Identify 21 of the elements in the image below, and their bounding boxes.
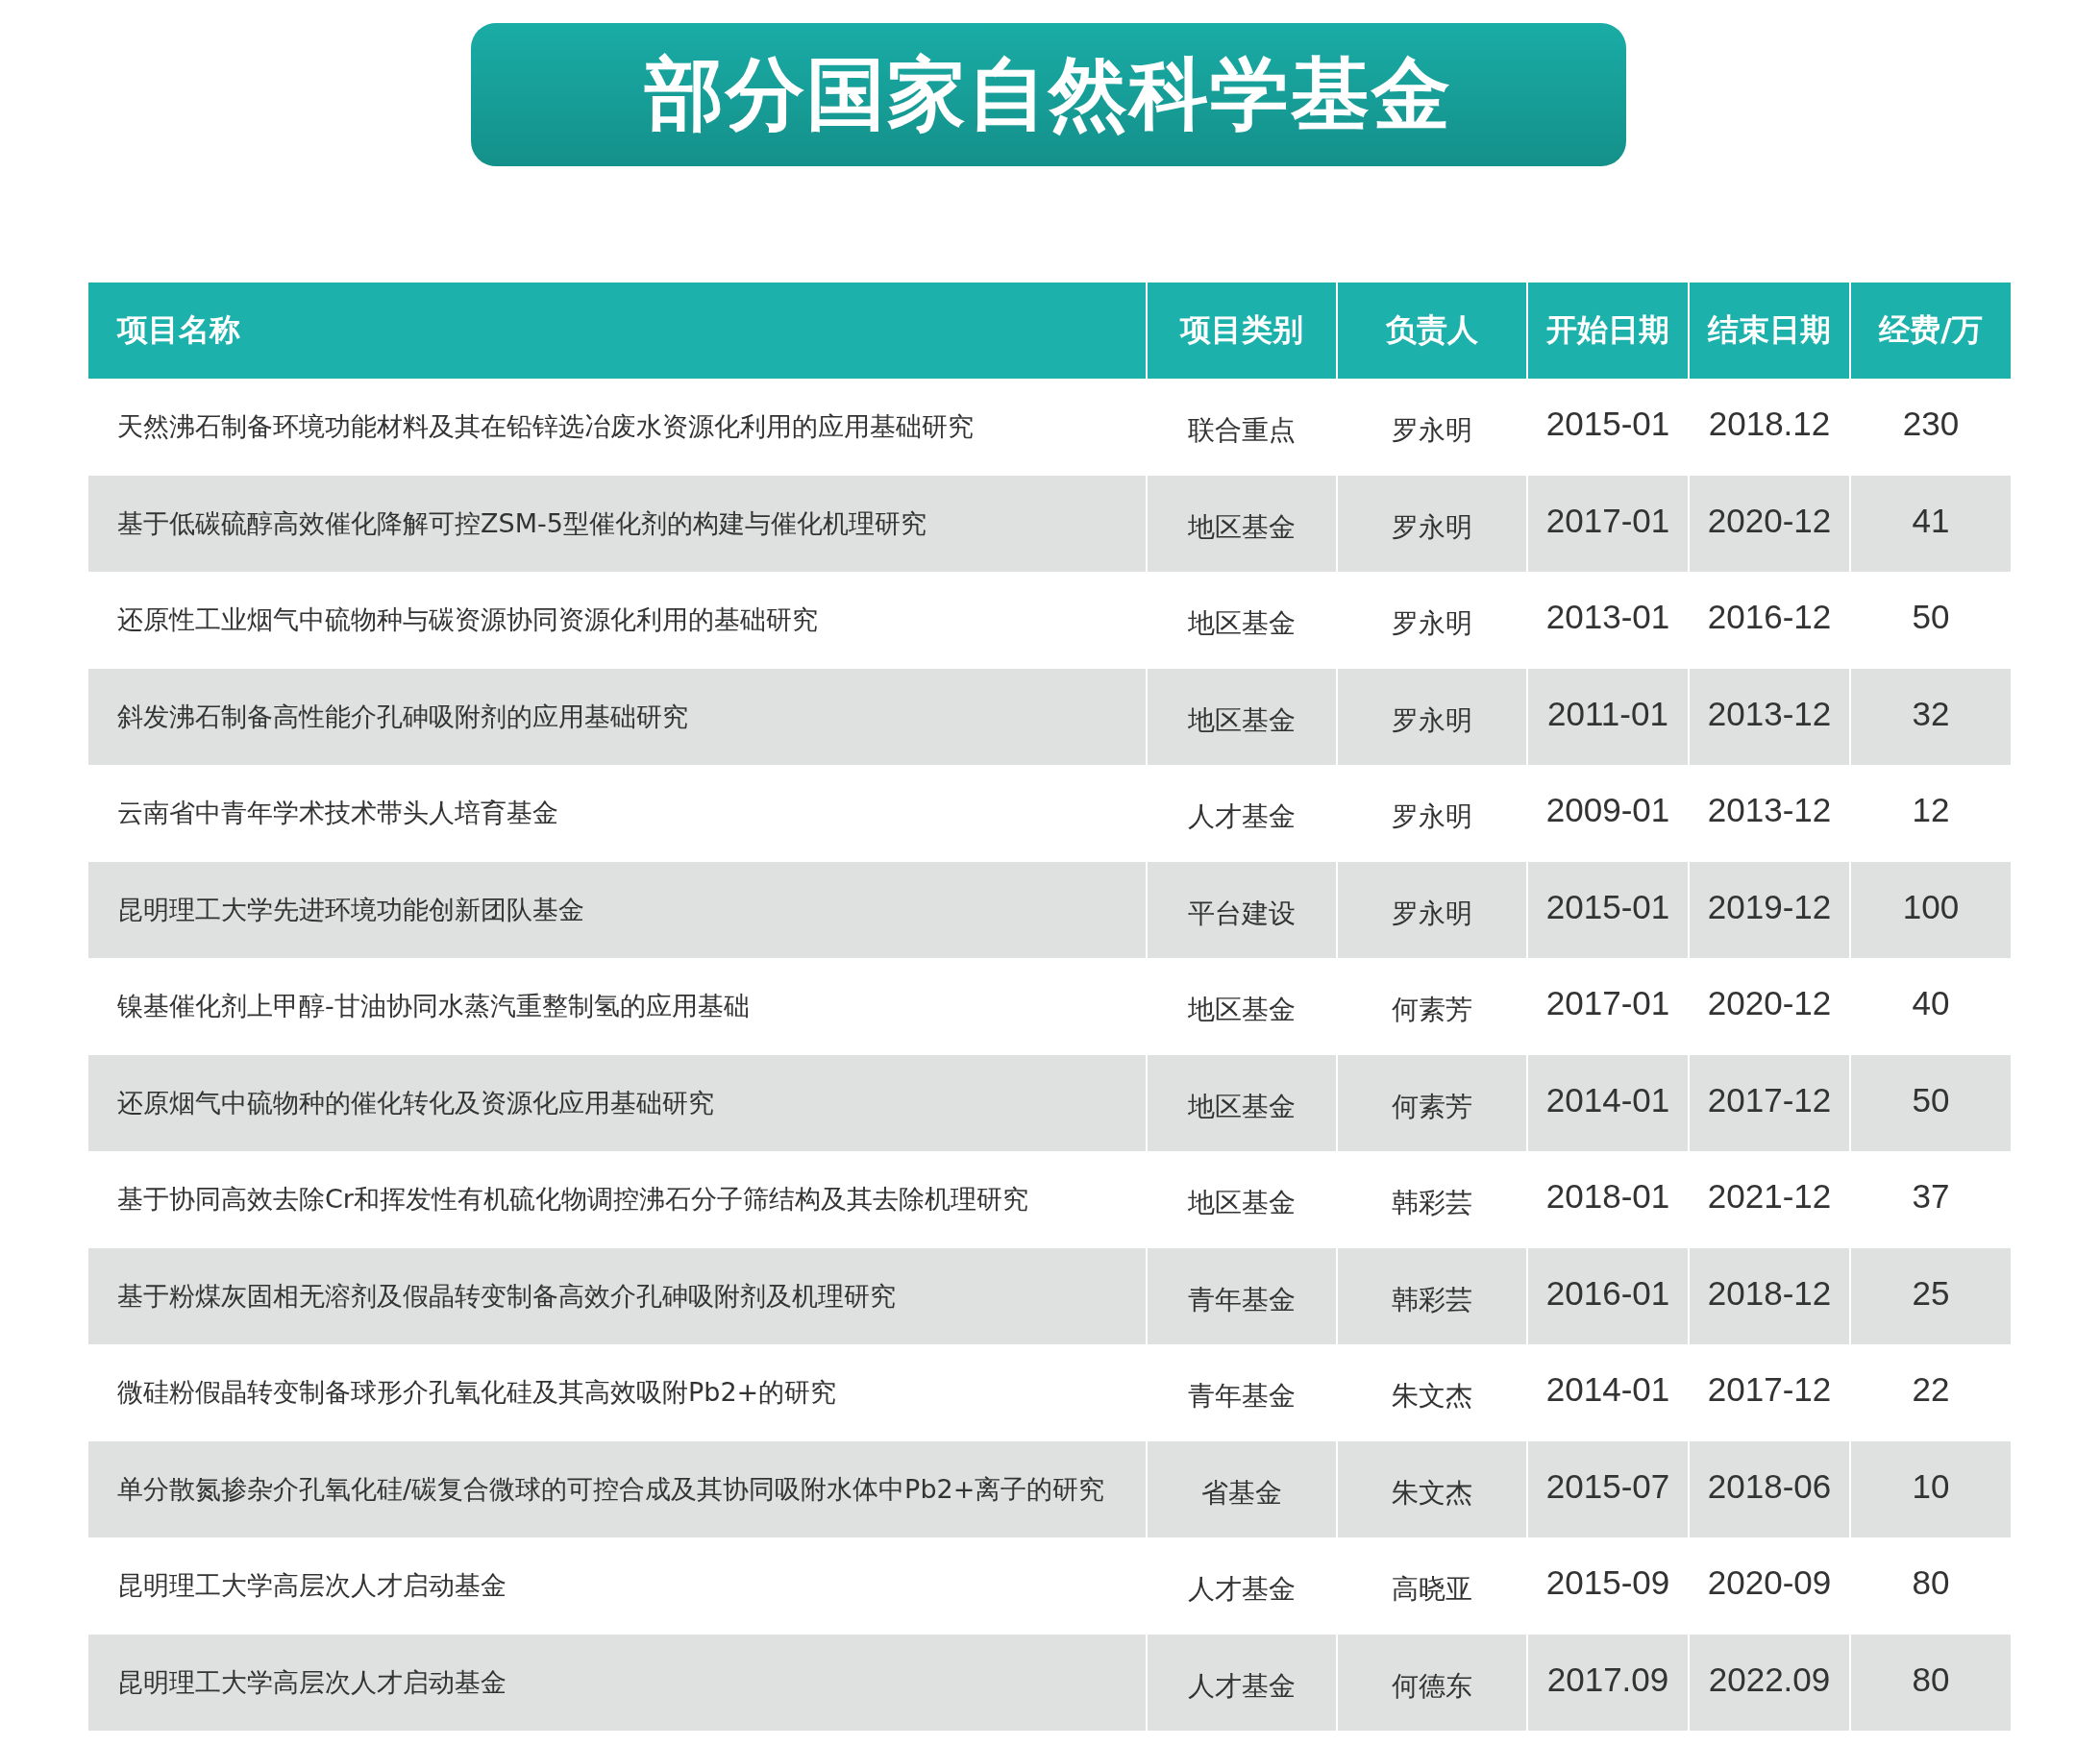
funding-cell: 80	[1849, 1634, 2011, 1731]
project-name-cell-text: 还原烟气中硫物种的催化转化及资源化应用基础研究	[116, 1086, 715, 1119]
project-name-cell-text: 微硅粉假晶转变制备球形介孔氧化硅及其高效吸附Pb2+的研究	[116, 1376, 838, 1410]
end-date-cell: 2022.09	[1688, 1634, 1849, 1731]
project-name-cell-text: 镍基催化剂上甲醇-甘油协同水蒸汽重整制氢的应用基础	[116, 990, 751, 1023]
project-name-cell-text: 基于粉煤灰固相无溶剂及假晶转变制备高效介孔砷吸附剂及机理研究	[116, 1279, 897, 1313]
project-name-cell-text: 天然沸石制备环境功能材料及其在铅锌选冶废水资源化利用的应用基础研究	[116, 410, 975, 444]
project-name-cell-text: 昆明理工大学高层次人才启动基金	[116, 1665, 507, 1699]
project-name-cell-text: 基于协同高效去除Cr和挥发性有机硫化物调控沸石分子筛结构及其去除机理研究	[116, 1183, 1029, 1217]
page-title: 部分国家自然科学基金	[645, 46, 1452, 141]
project-name-cell-text: 昆明理工大学先进环境功能创新团队基金	[116, 893, 585, 926]
start-date-cell: 2017.09	[1526, 1634, 1688, 1731]
project-name-cell-text: 昆明理工大学高层次人才启动基金	[116, 1569, 507, 1603]
leader-cell: 何德东	[1336, 1634, 1526, 1731]
column-header: 项目名称	[115, 310, 241, 350]
project-name-cell-text: 单分散氮掺杂介孔氧化硅/碳复合微球的可控合成及其协同吸附水体中Pb2+离子的研究	[116, 1472, 1106, 1506]
project-name-cell-text: 云南省中青年学术技术带头人培育基金	[116, 797, 559, 830]
project-name-cell-text: 斜发沸石制备高性能介孔砷吸附剂的应用基础研究	[116, 700, 689, 733]
project-name-cell-text: 基于低碳硫醇高效催化降解可控ZSM-5型催化剂的构建与催化机理研究	[116, 506, 927, 540]
project-name-cell-text: 还原性工业烟气中硫物种与碳资源协同资源化利用的基础研究	[116, 603, 819, 637]
category-cell: 人才基金	[1146, 1634, 1336, 1731]
